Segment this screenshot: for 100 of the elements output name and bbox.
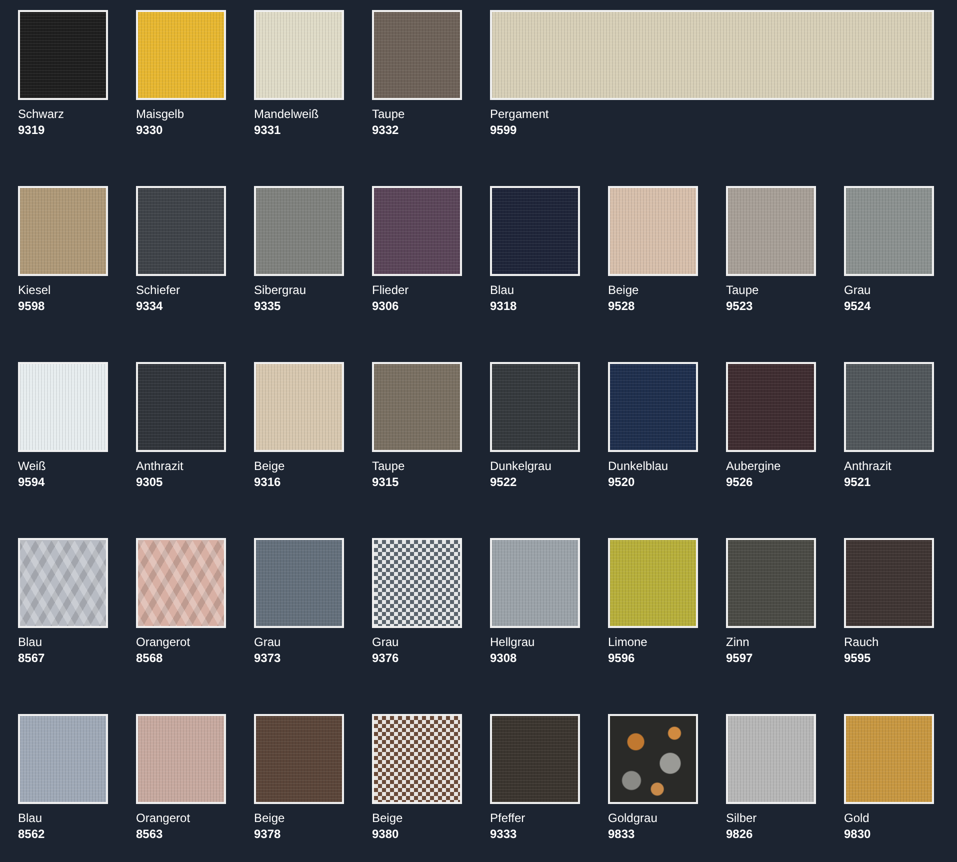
fabric-swatch[interactable] <box>254 10 344 100</box>
color-name: Flieder <box>372 282 410 298</box>
fabric-swatch[interactable] <box>18 714 108 804</box>
color-name: Sibergrau <box>254 282 308 298</box>
color-code: 9330 <box>136 122 164 138</box>
fabric-swatch[interactable] <box>136 362 226 452</box>
color-name: Anthrazit <box>844 458 892 474</box>
fabric-swatch[interactable] <box>136 538 226 628</box>
fabric-swatch[interactable] <box>608 362 698 452</box>
color-name: Beige <box>254 810 286 826</box>
fabric-swatch[interactable] <box>726 714 816 804</box>
color-code: 9528 <box>608 298 636 314</box>
color-code: 9826 <box>726 826 754 842</box>
fabric-swatch[interactable] <box>18 186 108 276</box>
color-code: 8563 <box>136 826 164 842</box>
fabric-swatch[interactable] <box>136 186 226 276</box>
fabric-swatch[interactable] <box>844 362 934 452</box>
fabric-swatch[interactable] <box>18 362 108 452</box>
color-name: Beige <box>372 810 404 826</box>
color-name: Schwarz <box>18 106 66 122</box>
fabric-swatch[interactable] <box>726 538 816 628</box>
color-name: Maisgelb <box>136 106 186 122</box>
color-code: 9319 <box>18 122 46 138</box>
color-name: Taupe <box>372 458 406 474</box>
fabric-swatch[interactable] <box>372 186 462 276</box>
color-name: Kiesel <box>18 282 52 298</box>
color-name: Pergament <box>490 106 550 122</box>
color-code: 9523 <box>726 298 754 314</box>
color-code: 9333 <box>490 826 518 842</box>
fabric-swatch[interactable] <box>844 538 934 628</box>
color-name: Dunkelgrau <box>490 458 552 474</box>
fabric-swatch[interactable] <box>254 538 344 628</box>
color-name: Goldgrau <box>608 810 658 826</box>
fabric-swatch[interactable] <box>372 10 462 100</box>
color-name: Blau <box>490 282 516 298</box>
fabric-swatch[interactable] <box>608 714 698 804</box>
color-name: Grau <box>372 634 400 650</box>
color-name: Weiß <box>18 458 47 474</box>
fabric-swatch[interactable] <box>490 186 580 276</box>
fabric-swatch[interactable] <box>254 186 344 276</box>
color-name: Grau <box>254 634 282 650</box>
color-code: 9597 <box>726 650 754 666</box>
color-code: 9526 <box>726 474 754 490</box>
color-code: 9318 <box>490 298 518 314</box>
color-name: Aubergine <box>726 458 782 474</box>
color-name: Orangerot <box>136 634 192 650</box>
color-code: 9594 <box>18 474 46 490</box>
color-code: 9524 <box>844 298 872 314</box>
fabric-swatch[interactable] <box>490 538 580 628</box>
color-code: 9316 <box>254 474 282 490</box>
color-name: Anthrazit <box>136 458 184 474</box>
fabric-swatch[interactable] <box>136 10 226 100</box>
color-code: 9378 <box>254 826 282 842</box>
color-code: 8562 <box>18 826 46 842</box>
color-code: 9376 <box>372 650 400 666</box>
color-name: Schiefer <box>136 282 182 298</box>
color-code: 9373 <box>254 650 282 666</box>
fabric-swatch[interactable] <box>490 362 580 452</box>
color-code: 9830 <box>844 826 872 842</box>
fabric-swatch[interactable] <box>372 538 462 628</box>
fabric-swatch[interactable] <box>726 186 816 276</box>
color-code: 9380 <box>372 826 400 842</box>
color-code: 9598 <box>18 298 46 314</box>
color-name: Rauch <box>844 634 880 650</box>
fabric-swatch[interactable] <box>608 538 698 628</box>
color-code: 9335 <box>254 298 282 314</box>
color-name: Blau <box>18 634 44 650</box>
color-code: 9315 <box>372 474 400 490</box>
fabric-swatch[interactable] <box>608 186 698 276</box>
color-name: Beige <box>254 458 286 474</box>
fabric-swatch[interactable] <box>254 362 344 452</box>
color-code: 9599 <box>490 122 518 138</box>
color-name: Orangerot <box>136 810 192 826</box>
color-code: 9305 <box>136 474 164 490</box>
fabric-swatch[interactable] <box>490 714 580 804</box>
fabric-swatch[interactable] <box>136 714 226 804</box>
fabric-swatch[interactable] <box>372 714 462 804</box>
fabric-swatch[interactable] <box>726 362 816 452</box>
color-name: Grau <box>844 282 872 298</box>
color-code: 9332 <box>372 122 400 138</box>
color-name: Taupe <box>726 282 760 298</box>
color-name: Gold <box>844 810 870 826</box>
fabric-swatch[interactable] <box>18 538 108 628</box>
color-name: Hellgrau <box>490 634 536 650</box>
fabric-swatch[interactable] <box>18 10 108 100</box>
fabric-swatch[interactable] <box>844 186 934 276</box>
color-code: 9833 <box>608 826 636 842</box>
color-code: 9520 <box>608 474 636 490</box>
color-code: 9334 <box>136 298 164 314</box>
color-name: Dunkelblau <box>608 458 670 474</box>
color-code: 9521 <box>844 474 872 490</box>
color-code: 8567 <box>18 650 46 666</box>
fabric-swatch[interactable] <box>844 714 934 804</box>
fabric-swatch[interactable] <box>372 362 462 452</box>
color-code: 9595 <box>844 650 872 666</box>
fabric-swatch[interactable] <box>490 10 934 100</box>
color-code: 9306 <box>372 298 400 314</box>
color-name: Mandelweiß <box>254 106 320 122</box>
fabric-swatch[interactable] <box>254 714 344 804</box>
color-code: 8568 <box>136 650 164 666</box>
